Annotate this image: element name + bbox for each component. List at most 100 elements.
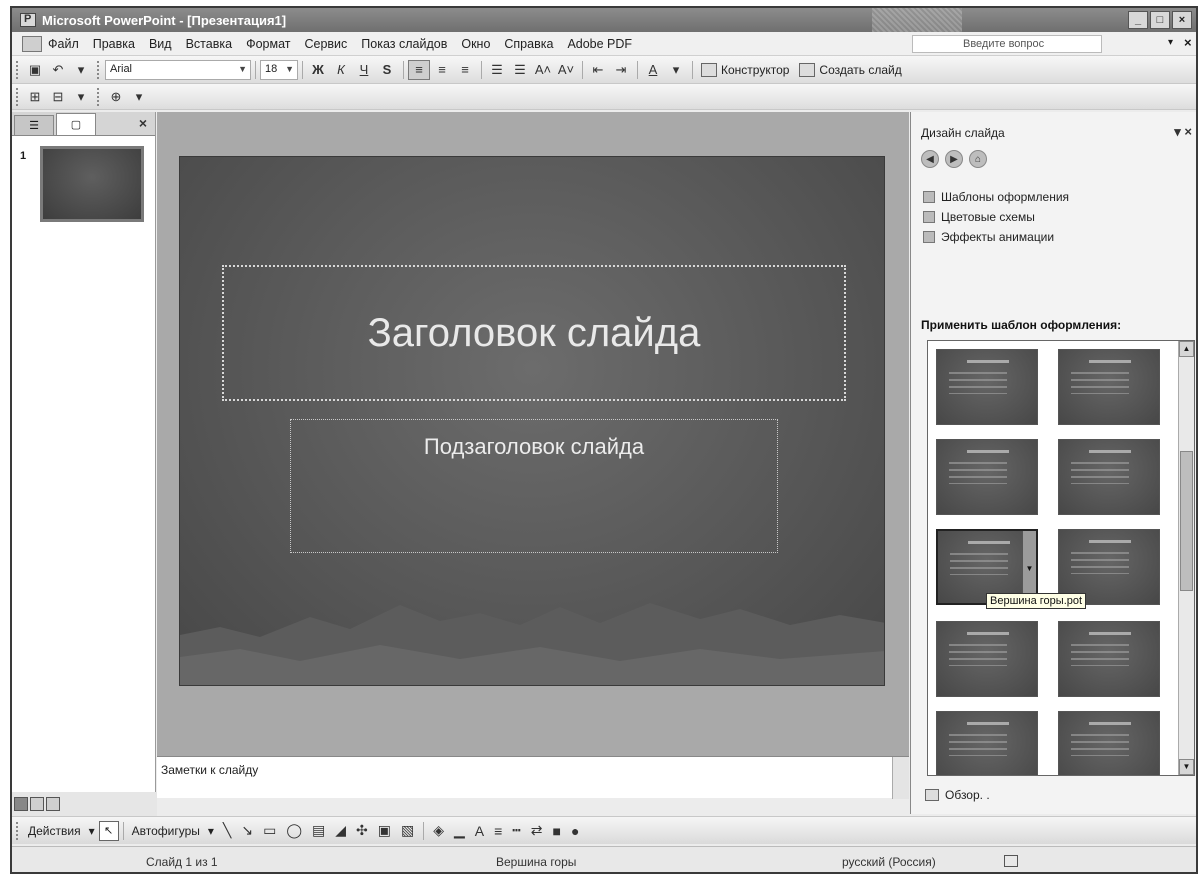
design-templates-link[interactable]: Шаблоны оформления bbox=[923, 190, 1069, 204]
menu-adobe-pdf[interactable]: Adobe PDF bbox=[567, 37, 632, 51]
design-template-thumbnail[interactable] bbox=[936, 439, 1038, 515]
toolbar-grip[interactable] bbox=[97, 60, 101, 79]
scrollbar-thumb[interactable] bbox=[1180, 451, 1193, 591]
picture-icon[interactable]: ▧ bbox=[401, 822, 414, 839]
slides-pane-close-button[interactable]: × bbox=[139, 115, 147, 131]
design-template-thumbnail[interactable] bbox=[936, 349, 1038, 425]
spelling-check-icon[interactable] bbox=[1004, 855, 1018, 867]
dash-style-icon[interactable]: ┅ bbox=[512, 822, 520, 839]
design-template-thumbnail[interactable] bbox=[1058, 349, 1160, 425]
align-center-icon[interactable]: ≡ bbox=[431, 60, 453, 80]
menu-insert[interactable]: Вставка bbox=[186, 37, 232, 51]
menu-view[interactable]: Вид bbox=[149, 37, 172, 51]
forward-icon[interactable]: ▶ bbox=[945, 150, 963, 168]
powerpoint-app-icon[interactable] bbox=[20, 13, 36, 27]
new-slide-button[interactable]: Создать слайд bbox=[799, 62, 902, 77]
menu-tools[interactable]: Сервис bbox=[304, 37, 347, 51]
font-size-select[interactable]: 18 ▼ bbox=[260, 59, 298, 80]
toolbar-options-icon[interactable]: ▾ bbox=[70, 87, 92, 107]
slide-subtitle-placeholder[interactable]: Подзаголовок слайда bbox=[290, 419, 778, 553]
slide-sorter-view-icon[interactable] bbox=[30, 797, 44, 811]
menu-window[interactable]: Окно bbox=[461, 37, 490, 51]
close-window-button[interactable]: × bbox=[1172, 11, 1192, 29]
animation-schemes-link[interactable]: Эффекты анимации bbox=[923, 230, 1054, 244]
slide-title-placeholder[interactable]: Заголовок слайда bbox=[222, 265, 846, 401]
align-left-icon[interactable]: ≡ bbox=[408, 59, 430, 80]
toolbar-options-icon[interactable]: ▾ bbox=[70, 60, 92, 80]
3d-style-icon[interactable]: ● bbox=[571, 823, 579, 839]
shrink-font-button[interactable]: A˅ bbox=[555, 60, 577, 80]
design-template-thumbnail[interactable] bbox=[1058, 711, 1160, 775]
menu-slide-show[interactable]: Показ слайдов bbox=[361, 37, 447, 51]
clip-art-icon[interactable]: ▣ bbox=[378, 822, 391, 839]
show-formatting-icon[interactable]: ⊕ bbox=[105, 87, 127, 107]
shadow-button[interactable]: S bbox=[376, 60, 398, 80]
scroll-down-icon[interactable]: ▼ bbox=[1179, 759, 1194, 775]
minimize-button[interactable]: _ bbox=[1128, 11, 1148, 29]
line-style-icon[interactable]: ≡ bbox=[494, 823, 502, 839]
expand-icon[interactable]: ⊞ bbox=[24, 87, 46, 107]
font-color-icon[interactable]: A bbox=[475, 823, 484, 839]
document-icon[interactable] bbox=[22, 35, 42, 52]
chevron-down-icon[interactable]: ▾ bbox=[665, 60, 687, 80]
collapse-icon[interactable]: ⊟ bbox=[47, 87, 69, 107]
design-template-thumbnail[interactable] bbox=[936, 621, 1038, 697]
toolbar-grip[interactable] bbox=[16, 821, 20, 840]
gallery-scrollbar[interactable]: ▲ ▼ bbox=[1178, 341, 1194, 775]
font-color-button[interactable]: A bbox=[642, 60, 664, 80]
color-schemes-link[interactable]: Цветовые схемы bbox=[923, 210, 1035, 224]
designer-button[interactable]: Конструктор bbox=[701, 62, 789, 77]
maximize-button[interactable]: □ bbox=[1150, 11, 1170, 29]
notes-scrollbar[interactable] bbox=[892, 757, 909, 799]
task-pane-title[interactable]: Дизайн слайда bbox=[921, 126, 1005, 140]
italic-button[interactable]: К bbox=[330, 60, 352, 80]
grow-font-button[interactable]: A˄ bbox=[532, 60, 554, 80]
design-template-thumbnail[interactable] bbox=[1058, 439, 1160, 515]
numbered-list-icon[interactable]: ☰ bbox=[486, 60, 508, 80]
tab-slides[interactable]: ▢ bbox=[56, 113, 96, 135]
arrow-icon[interactable]: ↘ bbox=[241, 822, 253, 839]
autoshapes-menu[interactable]: Автофигуры bbox=[132, 824, 200, 838]
task-pane-controls[interactable]: ▾ × bbox=[1174, 124, 1192, 140]
line-icon[interactable]: ╲ bbox=[223, 822, 231, 839]
bold-button[interactable]: Ж bbox=[307, 60, 329, 80]
toolbar-grip[interactable] bbox=[16, 87, 20, 106]
normal-view-icon[interactable] bbox=[14, 797, 28, 811]
shadow-style-icon[interactable]: ■ bbox=[552, 823, 560, 839]
notes-pane[interactable]: Заметки к слайду bbox=[157, 756, 909, 799]
bulleted-list-icon[interactable]: ☰ bbox=[509, 60, 531, 80]
home-icon[interactable]: ⌂ bbox=[969, 150, 987, 168]
slide-thumbnail[interactable] bbox=[40, 146, 144, 222]
diagram-icon[interactable]: ✣ bbox=[356, 822, 368, 839]
document-close-button[interactable]: × bbox=[1184, 35, 1192, 50]
rectangle-icon[interactable]: ▭ bbox=[263, 822, 276, 839]
slide-canvas[interactable]: Заголовок слайда Подзаголовок слайда bbox=[179, 156, 885, 686]
arrow-style-icon[interactable]: ⇄ bbox=[531, 822, 543, 839]
align-right-icon[interactable]: ≡ bbox=[454, 60, 476, 80]
design-template-thumbnail[interactable] bbox=[936, 711, 1038, 775]
toolbar-grip[interactable] bbox=[16, 60, 20, 79]
toolbar-options-icon[interactable]: ▾ bbox=[128, 87, 150, 107]
text-box-icon[interactable]: ▤ bbox=[312, 822, 325, 839]
undo-icon[interactable]: ↶ bbox=[47, 60, 69, 80]
draw-actions-menu[interactable]: Действия bbox=[28, 824, 81, 838]
fill-color-icon[interactable]: ◈ bbox=[433, 822, 444, 839]
select-objects-icon[interactable]: ↖ bbox=[98, 820, 119, 841]
menu-file[interactable]: Файл bbox=[48, 37, 79, 51]
menu-help[interactable]: Справка bbox=[504, 37, 553, 51]
design-template-thumbnail[interactable] bbox=[1058, 621, 1160, 697]
help-search-input[interactable]: Введите вопрос bbox=[912, 35, 1102, 53]
wordart-icon[interactable]: ◢ bbox=[335, 822, 346, 839]
increase-indent-icon[interactable]: ⇥ bbox=[610, 60, 632, 80]
decrease-indent-icon[interactable]: ⇤ bbox=[587, 60, 609, 80]
font-name-select[interactable]: Arial ▼ bbox=[105, 59, 251, 80]
save-icon[interactable]: ▣ bbox=[24, 60, 46, 80]
toolbar-grip[interactable] bbox=[97, 87, 101, 106]
browse-link[interactable]: Обзор. . bbox=[925, 788, 990, 802]
menu-format[interactable]: Формат bbox=[246, 37, 290, 51]
scroll-up-icon[interactable]: ▲ bbox=[1179, 341, 1194, 357]
tab-outline[interactable]: ☰ bbox=[14, 115, 54, 135]
underline-button[interactable]: Ч bbox=[353, 60, 375, 80]
line-color-icon[interactable]: ▁ bbox=[454, 822, 465, 839]
back-icon[interactable]: ◀ bbox=[921, 150, 939, 168]
